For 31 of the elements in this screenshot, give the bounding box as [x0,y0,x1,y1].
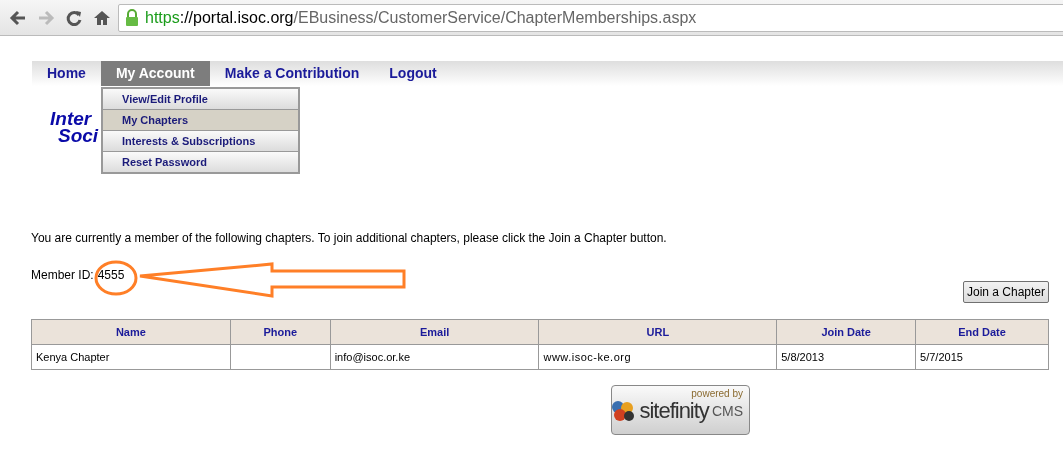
badge-brand: sitefinity [639,399,709,423]
member-id-value: 4555 [97,267,125,284]
logo-mark-icon [610,400,637,422]
join-chapter-button[interactable]: Join a Chapter [962,281,1049,303]
url-text: https://portal.isoc.org/EBusiness/CustomerService/ChapterMemberships.aspx [145,7,697,28]
column-header: End Date [915,319,1049,345]
nav-link[interactable]: Make a Contribution [209,61,375,86]
nav-link[interactable]: My Account [100,61,210,86]
intro-text: You are currently a member of the following chapters. To join additional chapters, please click the Join a Chapter button. [31,230,668,247]
column-header: Email [330,319,539,345]
sitefinity-badge[interactable]: powered by sitefinityCMS [611,385,750,435]
nav-link[interactable]: Home [32,61,101,86]
member-id-label: Member ID: [31,267,94,284]
column-header: URL [539,319,777,345]
menu-item[interactable]: My Chapters [103,110,298,130]
menu-item[interactable]: View/Edit Profile [103,89,298,109]
address-bar[interactable]: https://portal.isoc.org/EBusiness/CustomerService/ChapterMemberships.aspx [118,3,1063,32]
nav-link[interactable]: Logout [374,61,452,86]
badge-suffix: CMS [711,401,743,421]
column-header: Phone [230,319,331,345]
table-cell: 5/7/2015 [915,344,1049,370]
column-header: Name [31,319,231,345]
column-header: Join Date [776,319,916,345]
menu-item[interactable]: Interests & Subscriptions [103,131,298,151]
table-cell: www.isoc-ke.org [539,344,777,370]
table-cell: Kenya Chapter [31,344,231,370]
table-cell: 5/8/2013 [776,344,916,370]
logo: Inter Soci [50,110,99,144]
menu-item[interactable]: Reset Password [103,152,298,172]
table-cell: info@isoc.or.ke [330,344,539,370]
badge-caption: powered by [691,389,743,399]
